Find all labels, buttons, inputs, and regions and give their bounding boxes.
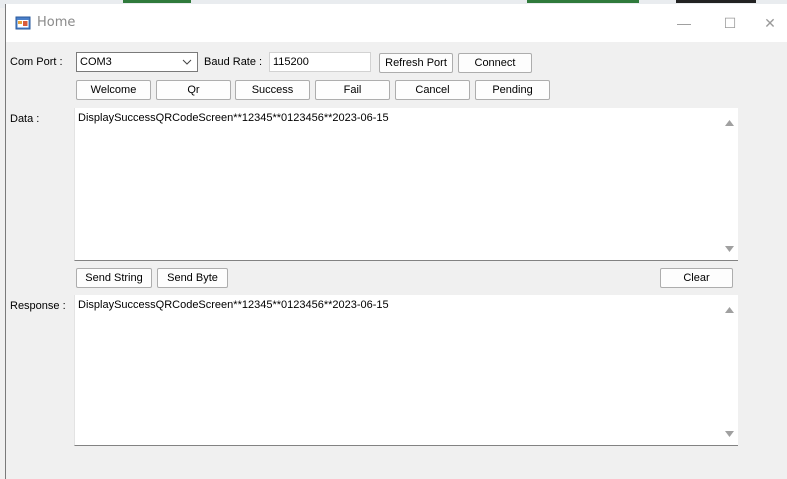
baud-rate-value: 115200 bbox=[273, 56, 309, 68]
close-button[interactable]: ✕ bbox=[753, 4, 787, 42]
send-string-button[interactable]: Send String bbox=[76, 268, 152, 288]
data-text: DisplaySuccessQRCodeScreen**12345**01234… bbox=[78, 112, 389, 124]
data-textarea[interactable]: DisplaySuccessQRCodeScreen**12345**01234… bbox=[74, 108, 738, 261]
chevron-down-icon bbox=[182, 59, 192, 65]
close-icon: ✕ bbox=[764, 14, 776, 31]
minimize-button[interactable]: — bbox=[661, 4, 707, 42]
scroll-up-arrow-icon[interactable] bbox=[725, 120, 734, 126]
data-label: Data : bbox=[10, 113, 40, 125]
baud-rate-input[interactable]: 115200 bbox=[269, 52, 371, 72]
send-byte-button[interactable]: Send Byte bbox=[157, 268, 228, 288]
response-text: DisplaySuccessQRCodeScreen**12345**01234… bbox=[78, 299, 389, 311]
background-window-edge bbox=[676, 0, 756, 3]
pending-button[interactable]: Pending bbox=[475, 80, 550, 100]
response-label: Response : bbox=[10, 300, 66, 312]
com-port-select[interactable]: COM3 bbox=[76, 52, 198, 72]
scroll-up-arrow-icon[interactable] bbox=[725, 307, 734, 313]
scroll-down-arrow-icon[interactable] bbox=[725, 246, 734, 252]
main-window: Home — ☐ ✕ Com Port : COM3 Baud Rate : 1… bbox=[5, 4, 787, 479]
response-scrollbar[interactable] bbox=[721, 295, 738, 445]
fail-button[interactable]: Fail bbox=[315, 80, 390, 100]
maximize-icon: ☐ bbox=[723, 14, 737, 31]
background-window-edge bbox=[527, 0, 639, 3]
background-window-edge bbox=[123, 0, 191, 3]
maximize-button[interactable]: ☐ bbox=[707, 4, 753, 42]
data-scrollbar[interactable] bbox=[721, 108, 738, 260]
window-title: Home bbox=[37, 15, 76, 30]
clear-button[interactable]: Clear bbox=[660, 268, 733, 288]
com-port-label: Com Port : bbox=[10, 56, 63, 68]
success-button[interactable]: Success bbox=[235, 80, 310, 100]
response-textarea[interactable]: DisplaySuccessQRCodeScreen**12345**01234… bbox=[74, 295, 738, 446]
title-bar[interactable]: Home — ☐ ✕ bbox=[6, 4, 787, 42]
com-port-value: COM3 bbox=[80, 56, 112, 68]
scroll-down-arrow-icon[interactable] bbox=[725, 431, 734, 437]
baud-rate-label: Baud Rate : bbox=[204, 56, 263, 68]
welcome-button[interactable]: Welcome bbox=[76, 80, 151, 100]
refresh-port-button[interactable]: Refresh Port bbox=[379, 53, 453, 73]
app-window-icon bbox=[15, 16, 31, 30]
qr-button[interactable]: Qr bbox=[156, 80, 231, 100]
connect-button[interactable]: Connect bbox=[458, 53, 532, 73]
cancel-button[interactable]: Cancel bbox=[395, 80, 470, 100]
minimize-icon: — bbox=[677, 15, 691, 31]
